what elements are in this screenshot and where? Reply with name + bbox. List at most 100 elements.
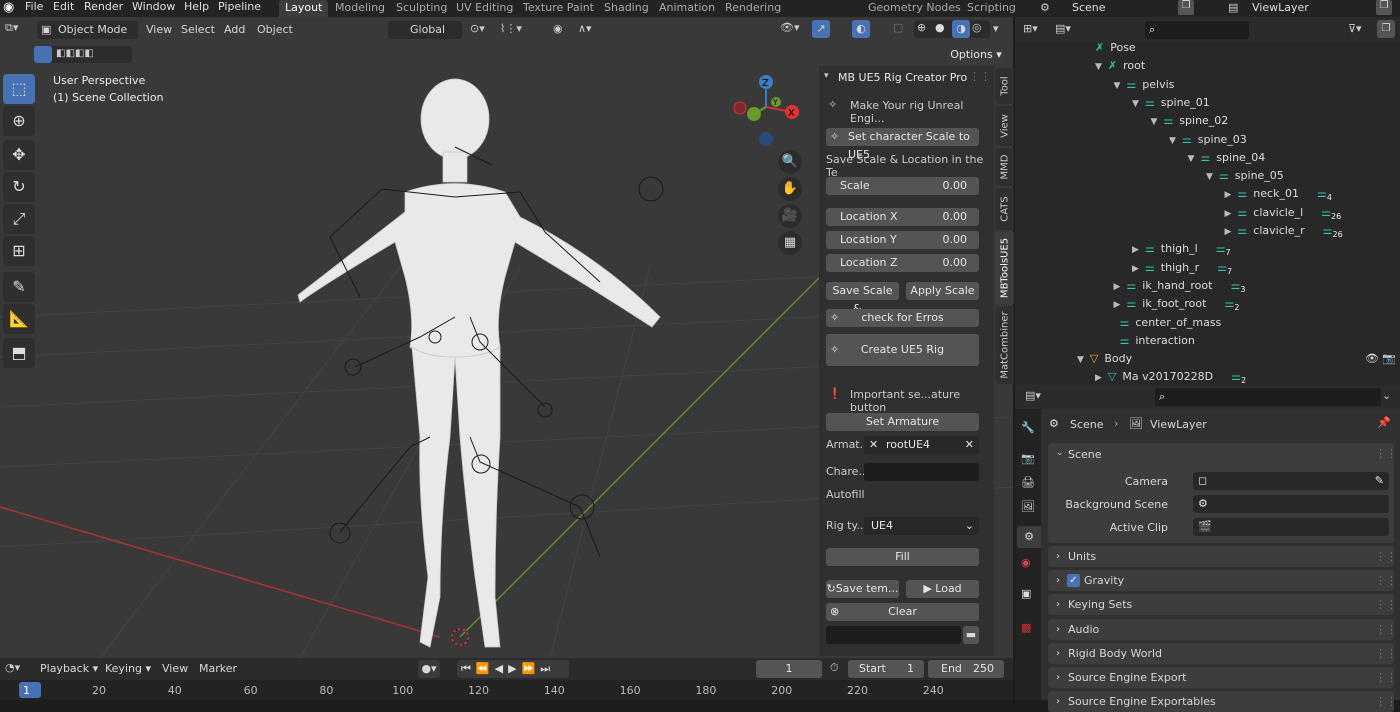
panel-drag-icon[interactable]: ⋮⋮ xyxy=(1375,619,1397,640)
panel-drag-icon[interactable]: ⋮⋮ xyxy=(969,70,991,83)
armature-field[interactable]: ✕ rootUE4 ✕ xyxy=(864,436,979,454)
output-tab-icon[interactable]: 🖨 xyxy=(1021,476,1035,489)
create-ue5-rig-button[interactable]: ✧ Create UE5 Rig xyxy=(826,334,979,366)
expand-down-icon[interactable]: ▼ xyxy=(1114,81,1121,91)
xray-icon[interactable]: ▢ xyxy=(893,21,903,34)
collection-tab-icon[interactable]: ▣ xyxy=(1021,587,1031,600)
navigation-gizmo[interactable]: Z X Y xyxy=(728,72,804,152)
blender-logo-icon[interactable]: ◉ xyxy=(3,0,14,15)
new-collection-icon[interactable]: ❐ xyxy=(1377,20,1395,38)
expand-right-icon[interactable]: ▶ xyxy=(1132,264,1139,274)
active-clip-field[interactable]: 🎬 xyxy=(1193,518,1389,536)
tab-animation[interactable]: Animation xyxy=(653,0,721,17)
location-z-field[interactable]: Location Z 0.00 xyxy=(826,254,979,272)
end-frame-field[interactable]: End 250 xyxy=(928,660,1004,678)
transform-orientation-dropdown[interactable]: Global xyxy=(388,21,462,39)
pin-icon[interactable]: 📌 xyxy=(1377,416,1391,429)
fill-button[interactable]: Fill xyxy=(826,548,979,566)
annotate-tool-icon[interactable]: ✎ xyxy=(3,272,35,302)
world-tab-icon[interactable]: ◉ xyxy=(1021,556,1031,569)
timeline-menu-marker[interactable]: Marker xyxy=(199,662,237,675)
expand-down-icon[interactable]: ▼ xyxy=(1095,62,1102,72)
expand-down-icon[interactable]: ▼ xyxy=(1206,172,1213,182)
scene-panel-chevron-icon[interactable]: ⌄ xyxy=(1056,448,1064,458)
new-scene-icon[interactable]: ❐ xyxy=(1178,0,1194,15)
rotate-tool-icon[interactable]: ↻ xyxy=(3,172,35,202)
viewport-menu-select[interactable]: Select xyxy=(181,23,215,36)
scene-tab-icon[interactable]: ⚙ xyxy=(1017,526,1041,548)
outliner-item[interactable]: ▼ ▽ Body 👁 📷 xyxy=(1077,350,1396,368)
new-viewlayer-icon[interactable]: ❐ xyxy=(1376,0,1392,15)
rig-type-dropdown[interactable]: UE4 ⌄ xyxy=(864,517,979,535)
outliner-item[interactable]: ▼ ⚌ spine_03 xyxy=(1169,131,1247,149)
panel-drag-icon[interactable]: ⋮⋮ xyxy=(1375,546,1397,567)
panel-drag-icon[interactable]: ⋮⋮ xyxy=(1375,667,1397,688)
background-scene-field[interactable]: ⚙ xyxy=(1193,495,1389,513)
check-errors-button[interactable]: ✧ check for Erros xyxy=(826,309,979,327)
menu-pipeline[interactable]: Pipeline xyxy=(218,0,261,16)
expand-down-icon[interactable]: ▼ xyxy=(1151,117,1158,127)
tab-shading[interactable]: Shading xyxy=(598,0,655,17)
outliner-editor-icon[interactable]: ⊞▾ xyxy=(1023,22,1038,35)
expand-right-icon[interactable]: ▶ xyxy=(1114,300,1121,310)
set-armature-button[interactable]: Set Armature xyxy=(826,413,979,431)
scene-icon[interactable]: ⚙ xyxy=(1040,1,1050,14)
outliner-item[interactable]: ▶ ⚌ ik_foot_root ⚌2 xyxy=(1114,295,1240,313)
tab-cats[interactable]: CATS xyxy=(995,188,1014,230)
shading-options-icon[interactable]: ▾ xyxy=(993,22,999,35)
outliner-item[interactable]: ▶ ⚌ thigh_r ⚌7 xyxy=(1132,259,1232,277)
outliner-item[interactable]: ▼ ⚌ spine_01 xyxy=(1132,94,1210,112)
proportional-edit-icon[interactable]: ◉ xyxy=(553,22,563,35)
load-button[interactable]: ▶ Load xyxy=(906,580,979,598)
viewlayer-icon[interactable]: ▤ xyxy=(1228,1,1238,14)
panel-source-engine-exportables[interactable]: › Source Engine Exportables ⋮⋮ xyxy=(1048,691,1397,712)
outliner-search-input[interactable]: ⌕ xyxy=(1145,21,1249,39)
tab-geometry-nodes[interactable]: Geometry Nodes xyxy=(862,0,967,17)
panel-drag-icon[interactable]: ⋮⋮ xyxy=(1375,594,1397,615)
timeline-menu-view[interactable]: View xyxy=(162,662,188,675)
transform-tool-icon[interactable]: ⊞ xyxy=(3,236,35,266)
expand-right-icon[interactable]: ▶ xyxy=(1095,373,1102,383)
tool-tab-icon[interactable]: 🔧 xyxy=(1021,421,1035,434)
properties-search-input[interactable]: ⌕ xyxy=(1155,388,1381,406)
ortho-grid-icon[interactable]: ▦ xyxy=(778,231,802,255)
pan-hand-icon[interactable]: ✋ xyxy=(778,177,802,201)
zoom-icon[interactable]: 🔍 xyxy=(778,150,802,174)
stopwatch-icon[interactable]: ⏱ xyxy=(830,661,839,675)
outliner-item[interactable]: ▶ ⚌ neck_01 ⚌4 xyxy=(1225,185,1332,203)
outliner-item[interactable]: ▶ ▽ Ma v20170228D ⚌2 xyxy=(1095,368,1246,386)
expand-right-icon[interactable]: ▶ xyxy=(1225,190,1232,200)
panel-keying-sets[interactable]: › Keying Sets ⋮⋮ xyxy=(1048,594,1397,616)
material-shading-icon[interactable]: ◑ xyxy=(952,20,970,38)
overlay-toggle-icon[interactable]: ◐ xyxy=(852,20,870,38)
camera-view-icon[interactable]: 🎥 xyxy=(778,204,802,228)
jump-end-icon[interactable]: ⏭ xyxy=(540,662,555,675)
tab-mmd[interactable]: MMD xyxy=(995,148,1014,186)
panel-gravity[interactable]: › ✓ Gravity ⋮⋮ xyxy=(1048,570,1397,592)
expand-right-icon[interactable]: ▶ xyxy=(1225,227,1232,237)
render-tab-icon[interactable]: 📷 xyxy=(1021,452,1035,465)
location-x-field[interactable]: Location X 0.00 xyxy=(826,208,979,226)
start-frame-field[interactable]: Start 1 xyxy=(848,660,924,678)
scene-panel-title[interactable]: Scene xyxy=(1068,448,1102,461)
panel-source-engine-export[interactable]: › Source Engine Export ⋮⋮ xyxy=(1048,667,1397,688)
record-icon[interactable]: ●▾ xyxy=(418,660,440,678)
move-tool-icon[interactable]: ✥ xyxy=(3,140,35,170)
tab-matcombiner[interactable]: MatCombiner xyxy=(995,306,1014,384)
outliner-item[interactable]: ▶ ⚌ thigh_l ⚌7 xyxy=(1132,240,1231,258)
cursor-tool-icon[interactable]: ⊕ xyxy=(3,106,35,136)
outliner-item[interactable]: ▶ ⚌ clavicle_r ⚌26 xyxy=(1225,222,1343,240)
viewport-menu-view[interactable]: View xyxy=(146,23,172,36)
tab-view[interactable]: View xyxy=(995,106,1014,146)
panel-drag-icon[interactable]: ⋮⋮ xyxy=(1375,691,1397,712)
render-camera-icon[interactable]: 📷 xyxy=(1382,350,1396,368)
solid-shading-icon[interactable]: ● xyxy=(935,21,945,34)
menu-edit[interactable]: Edit xyxy=(53,0,74,16)
falloff-icon[interactable]: ∧▾ xyxy=(578,22,592,35)
viewlayer-name[interactable]: ViewLayer xyxy=(1252,1,1309,14)
options-dropdown[interactable]: Options ▾ xyxy=(948,46,1004,64)
save-template-button[interactable]: ↻Save tem... xyxy=(826,580,899,598)
jump-start-icon[interactable]: ⏮ xyxy=(461,662,476,675)
editor-type-icon[interactable]: ⧉▾ xyxy=(5,21,18,35)
menu-help[interactable]: Help xyxy=(184,0,209,16)
